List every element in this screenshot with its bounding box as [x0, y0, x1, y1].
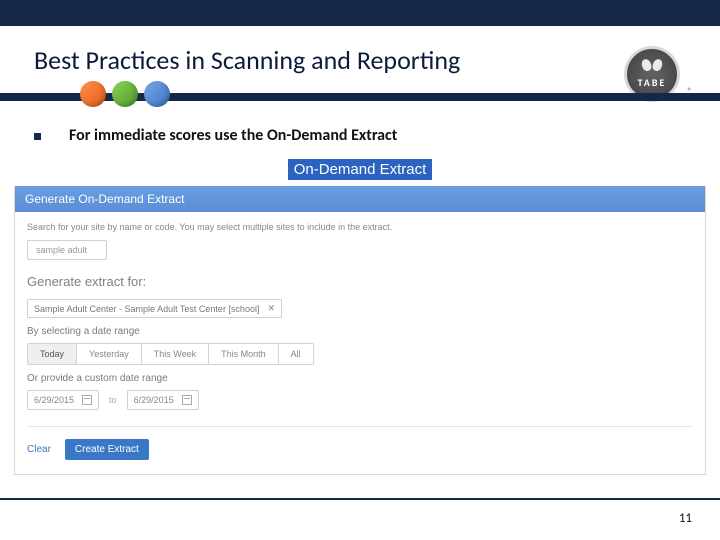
separator-band: [0, 86, 720, 112]
date-from-value: 6/29/2015: [34, 395, 74, 405]
footer-rule: [0, 498, 720, 500]
custom-date-row: 6/29/2015 to 6/29/2015: [27, 390, 693, 410]
calendar-icon[interactable]: [82, 395, 92, 405]
divider: [27, 426, 693, 427]
clear-link[interactable]: Clear: [27, 444, 51, 455]
bullet-item: For immediate scores use the On-Demand E…: [0, 112, 720, 153]
date-range-pills: Today Yesterday This Week This Month All: [27, 343, 693, 365]
site-search-input[interactable]: sample adult: [27, 240, 107, 260]
panel-body: Search for your site by name or code. Yo…: [15, 212, 705, 474]
selected-site-tag[interactable]: Sample Adult Center - Sample Adult Test …: [27, 299, 282, 318]
create-extract-button[interactable]: Create Extract: [65, 439, 149, 460]
highlight-wrap: On-Demand Extract: [0, 159, 720, 180]
bullet-text: For immediate scores use the On-Demand E…: [69, 126, 397, 145]
circle-icon: [80, 81, 106, 107]
highlight-label: On-Demand Extract: [288, 159, 433, 180]
range-option-all[interactable]: All: [279, 343, 314, 365]
panel-title: Generate On-Demand Extract: [15, 186, 705, 212]
title-row: Best Practices in Scanning and Reporting: [0, 26, 720, 86]
circle-icon: [144, 81, 170, 107]
custom-range-label: Or provide a custom date range: [27, 373, 693, 384]
date-from-input[interactable]: 6/29/2015: [27, 390, 99, 410]
selected-site-label: Sample Adult Center - Sample Adult Test …: [34, 304, 259, 314]
by-range-label: By selecting a date range: [27, 326, 693, 337]
page-title: Best Practices in Scanning and Reporting: [34, 44, 720, 76]
date-to-word: to: [109, 395, 117, 405]
close-icon[interactable]: ✕: [267, 303, 275, 314]
leaf-icon: [643, 59, 661, 73]
circle-icon: [112, 81, 138, 107]
top-bar: [0, 0, 720, 26]
extract-panel: Generate On-Demand Extract Search for yo…: [14, 186, 706, 475]
decorative-circles: [80, 81, 170, 107]
date-to-value: 6/29/2015: [134, 395, 174, 405]
range-option-this-month[interactable]: This Month: [209, 343, 279, 365]
range-option-today[interactable]: Today: [27, 343, 77, 365]
panel-actions: Clear Create Extract: [27, 439, 693, 460]
search-helper-text: Search for your site by name or code. Yo…: [27, 222, 693, 232]
generate-heading: Generate extract for:: [27, 274, 693, 289]
range-option-this-week[interactable]: This Week: [142, 343, 209, 365]
page-number: 11: [679, 511, 692, 526]
range-option-yesterday[interactable]: Yesterday: [77, 343, 142, 365]
bullet-icon: [34, 133, 41, 140]
calendar-icon[interactable]: [182, 395, 192, 405]
slide: Best Practices in Scanning and Reporting…: [0, 0, 720, 540]
date-to-input[interactable]: 6/29/2015: [127, 390, 199, 410]
